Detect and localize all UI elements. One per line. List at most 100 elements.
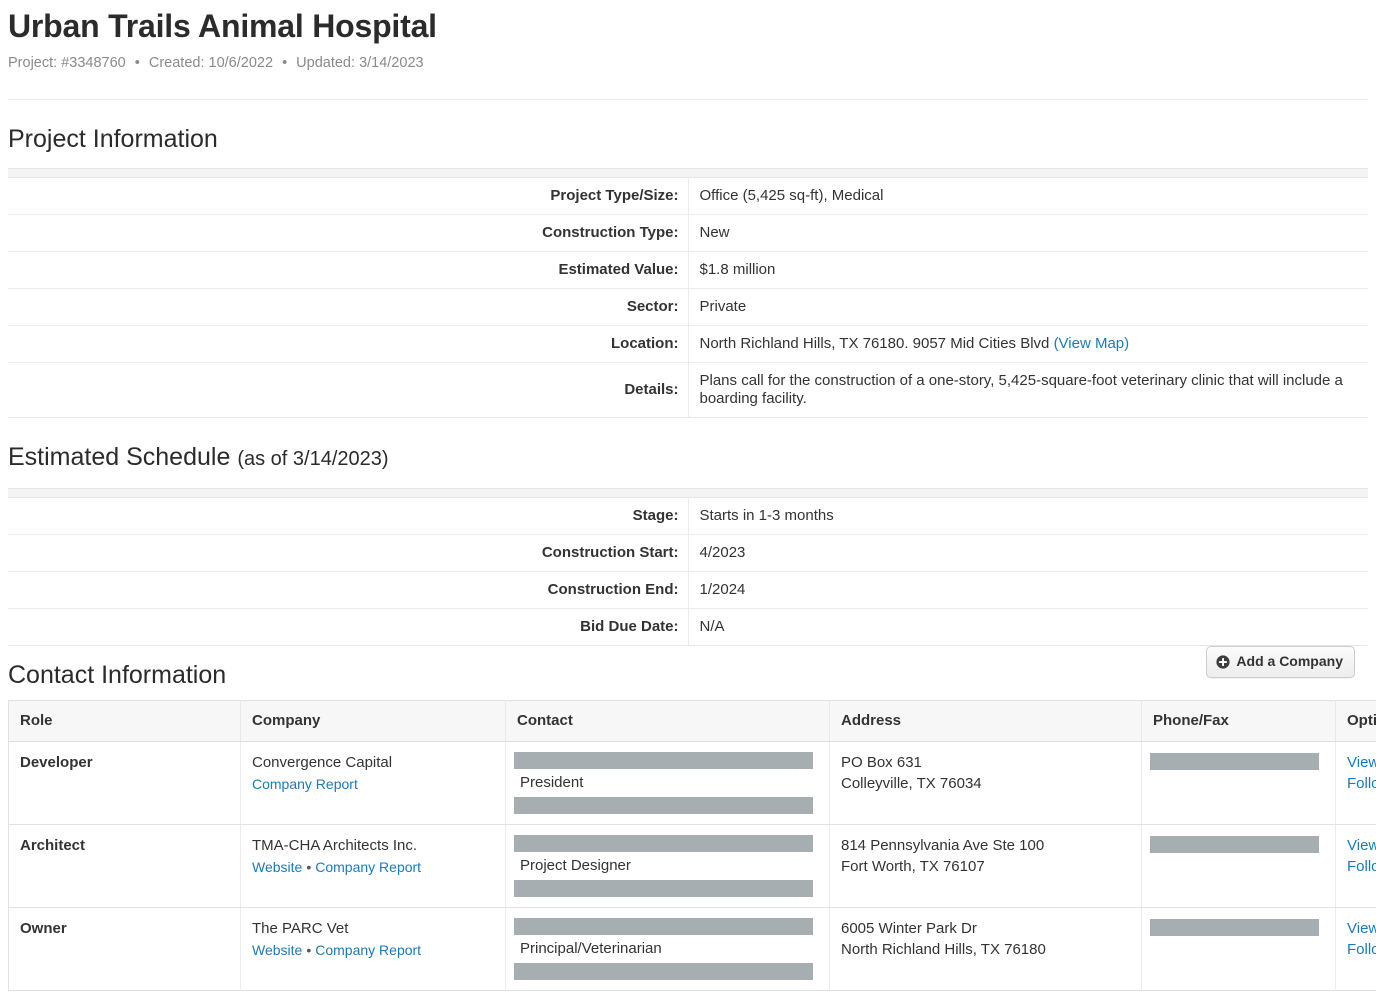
meta-updated-value: 3/14/2023 [359, 55, 424, 71]
redacted-phone [1150, 836, 1319, 853]
follow-link[interactable]: Follow [1347, 773, 1376, 794]
row-label: Estimated Value: [8, 252, 688, 289]
row-label: Bid Due Date: [8, 609, 688, 646]
row-value: Plans call for the construction of a one… [688, 363, 1368, 418]
estimated-schedule-asof: (as of 3/14/2023) [237, 448, 388, 470]
row-value-location: North Richland Hills, TX 76180. 9057 Mid… [688, 326, 1368, 363]
row-address: 814 Pennsylvania Ave Ste 100 Fort Worth,… [830, 825, 1142, 908]
company-report-link[interactable]: Company Report [315, 942, 421, 958]
row-address: PO Box 631 Colleyville, TX 76034 [830, 742, 1142, 825]
redacted-contact-email [514, 880, 813, 897]
row-value: Private [688, 289, 1368, 326]
row-company: The PARC Vet Website•Company Report [241, 908, 506, 991]
project-information-table: Project Type/Size: Office (5,425 sq-ft),… [8, 168, 1368, 418]
column-header-phone-fax: Phone/Fax [1142, 701, 1336, 742]
row-label: Project Type/Size: [8, 178, 688, 215]
table-row: Sector: Private [8, 289, 1368, 326]
add-a-company-button[interactable]: Add a Company [1206, 646, 1355, 678]
website-link[interactable]: Website [252, 942, 302, 958]
project-detail-page: Urban Trails Animal Hospital Project: #3… [0, 6, 1376, 991]
meta-project-value: #3348760 [61, 55, 126, 71]
redacted-contact-email [514, 797, 813, 814]
row-label: Construction Type: [8, 215, 688, 252]
table-header-row: Role Company Contact Address Phone/Fax O… [9, 701, 1376, 742]
column-header-company: Company [241, 701, 506, 742]
estimated-schedule-table: Stage: Starts in 1-3 months Construction… [8, 488, 1368, 646]
redacted-contact-email [514, 963, 813, 980]
address-line-2: Fort Worth, TX 76107 [841, 856, 1131, 877]
address-line-2: North Richland Hills, TX 76180 [841, 939, 1131, 960]
contact-information-heading: Contact Information [8, 660, 226, 690]
company-links: Website•Company Report [252, 940, 495, 961]
project-meta: Project: #3348760 • Created: 10/6/2022 •… [8, 54, 1368, 72]
row-contact: Principal/Veterinarian [506, 908, 830, 991]
company-report-link[interactable]: Company Report [315, 859, 421, 875]
plus-circle-icon [1216, 655, 1230, 669]
column-header-role: Role [9, 701, 241, 742]
add-a-company-label: Add a Company [1236, 653, 1343, 670]
table-row: Developer Convergence Capital Company Re… [9, 742, 1376, 825]
company-links: Website•Company Report [252, 857, 495, 878]
row-label: Construction Start: [8, 535, 688, 572]
column-header-contact: Contact [506, 701, 830, 742]
estimated-schedule-heading: Estimated Schedule (as of 3/14/2023) [8, 442, 1368, 474]
table-row: Location: North Richland Hills, TX 76180… [8, 326, 1368, 363]
table-row: Owner The PARC Vet Website•Company Repor… [9, 908, 1376, 991]
row-phone-fax [1142, 908, 1336, 991]
follow-link[interactable]: Follow [1347, 856, 1376, 877]
row-options: View Projects Follow [1336, 825, 1376, 908]
row-value: N/A [688, 609, 1368, 646]
website-link[interactable]: Website [252, 859, 302, 875]
redacted-contact-name [514, 918, 813, 935]
table-row: Construction Type: New [8, 215, 1368, 252]
header-divider [8, 99, 1368, 100]
company-name: TMA-CHA Architects Inc. [252, 835, 495, 856]
row-options: View Projects Follow [1336, 742, 1376, 825]
follow-link[interactable]: Follow [1347, 939, 1376, 960]
table-row: Stage: Starts in 1-3 months [8, 498, 1368, 535]
table-row: Construction Start: 4/2023 [8, 535, 1368, 572]
contact-title: Principal/Veterinarian [517, 935, 819, 963]
row-label: Details: [8, 363, 688, 418]
row-company: Convergence Capital Company Report [241, 742, 506, 825]
company-name: Convergence Capital [252, 752, 495, 773]
row-contact: President [506, 742, 830, 825]
view-projects-link[interactable]: View Projects [1347, 752, 1376, 773]
row-value: 1/2024 [688, 572, 1368, 609]
row-value: New [688, 215, 1368, 252]
company-links: Company Report [252, 774, 495, 795]
table-row: Bid Due Date: N/A [8, 609, 1368, 646]
table-row: Details: Plans call for the construction… [8, 363, 1368, 418]
column-header-address: Address [830, 701, 1142, 742]
link-separator: • [302, 942, 315, 958]
location-text: North Richland Hills, TX 76180. 9057 Mid… [700, 335, 1050, 352]
row-role: Developer [9, 742, 241, 825]
row-label: Construction End: [8, 572, 688, 609]
row-role: Owner [9, 908, 241, 991]
address-line-1: PO Box 631 [841, 752, 1131, 773]
table-row: Construction End: 1/2024 [8, 572, 1368, 609]
contact-information-table: Role Company Contact Address Phone/Fax O… [8, 700, 1376, 991]
row-label: Location: [8, 326, 688, 363]
redacted-phone [1150, 919, 1319, 936]
row-label: Sector: [8, 289, 688, 326]
row-value: Office (5,425 sq-ft), Medical [688, 178, 1368, 215]
row-phone-fax [1142, 825, 1336, 908]
row-value: Starts in 1-3 months [688, 498, 1368, 535]
view-projects-link[interactable]: View Projects [1347, 918, 1376, 939]
row-role: Architect [9, 825, 241, 908]
view-projects-link[interactable]: View Projects [1347, 835, 1376, 856]
redacted-contact-name [514, 752, 813, 769]
table-row: Project Type/Size: Office (5,425 sq-ft),… [8, 178, 1368, 215]
row-address: 6005 Winter Park Dr North Richland Hills… [830, 908, 1142, 991]
row-company: TMA-CHA Architects Inc. Website•Company … [241, 825, 506, 908]
table-top-strip [8, 489, 1368, 498]
view-map-link[interactable]: (View Map) [1054, 335, 1130, 352]
row-phone-fax [1142, 742, 1336, 825]
contact-title: President [517, 769, 819, 797]
link-separator: • [302, 859, 315, 875]
table-row: Estimated Value: $1.8 million [8, 252, 1368, 289]
meta-separator-1: • [130, 55, 145, 71]
address-line-1: 6005 Winter Park Dr [841, 918, 1131, 939]
company-report-link[interactable]: Company Report [252, 776, 358, 792]
